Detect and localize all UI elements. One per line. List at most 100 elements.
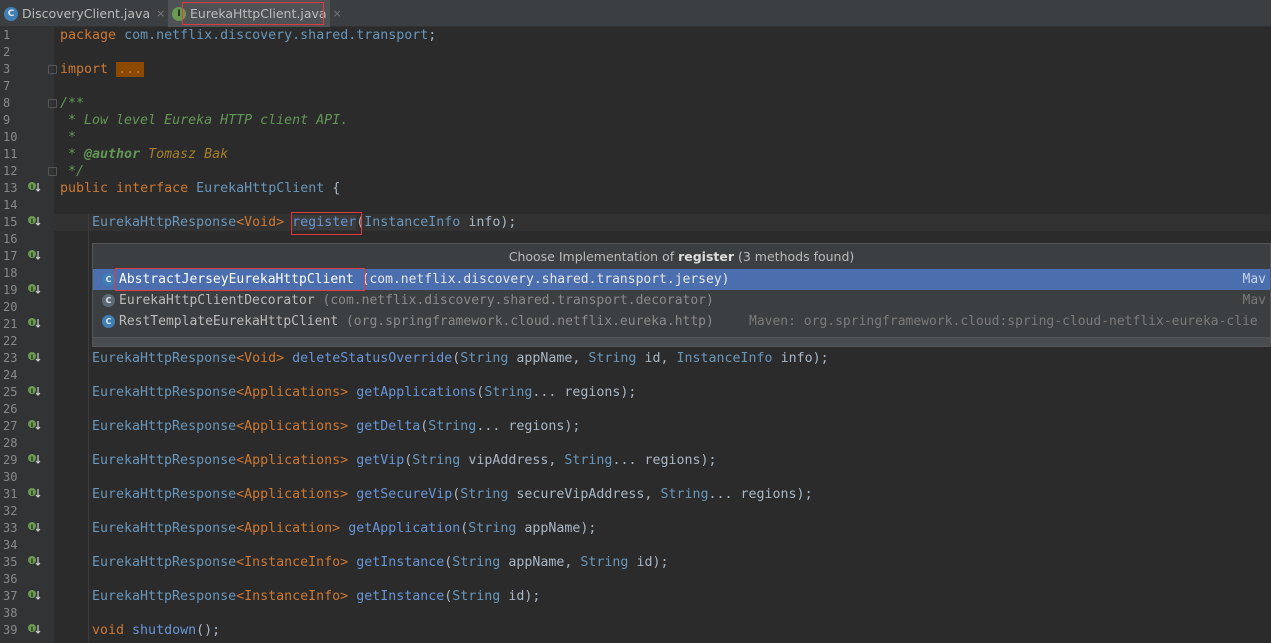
line-number: 9 (3, 113, 11, 127)
close-icon[interactable]: × (333, 7, 342, 20)
close-icon[interactable]: × (156, 7, 165, 20)
code-line: package com.netflix.discovery.shared.tra… (60, 28, 437, 43)
line-number: 36 (3, 572, 18, 586)
line-number: 34 (3, 538, 18, 552)
horizontal-scrollbar[interactable] (93, 337, 1270, 346)
implementation-item[interactable]: C AbstractJerseyEurekaHttpClient (com.ne… (93, 269, 1270, 290)
implemented-icon[interactable]: I (27, 452, 41, 466)
line-number: 27 (3, 419, 18, 433)
line-number: 33 (3, 521, 18, 535)
line-number: 2 (3, 45, 11, 59)
line-number: 26 (3, 402, 18, 416)
code-line: * @author Tomasz Bak (60, 147, 229, 162)
line-number: 31 (3, 487, 18, 501)
tab-label: EurekaHttpClient.java (190, 6, 327, 21)
line-number: 22 (3, 334, 18, 348)
implemented-icon[interactable]: I (27, 316, 41, 330)
implemented-icon[interactable]: I (27, 282, 41, 296)
indent-guide (88, 214, 89, 643)
line-number: 19 (3, 283, 18, 297)
line-number: 13 (3, 181, 18, 195)
line-number: 10 (3, 130, 18, 144)
code-line: EurekaHttpResponse<InstanceInfo> getInst… (92, 589, 541, 604)
svg-text:I: I (31, 252, 33, 259)
svg-text:I: I (31, 490, 33, 497)
svg-text:I: I (31, 354, 33, 361)
line-number: 1 (3, 28, 11, 42)
popup-title: Choose Implementation of register (3 met… (93, 244, 1270, 269)
line-number: 11 (3, 147, 18, 161)
tab-eureka-http-client[interactable]: I EurekaHttpClient.java × (168, 0, 342, 27)
implemented-icon[interactable]: I (27, 248, 41, 262)
class-icon: C (102, 315, 115, 328)
svg-text:I: I (31, 320, 33, 327)
tab-label: DiscoveryClient.java (22, 6, 151, 21)
line-number: 25 (3, 385, 18, 399)
line-number: 3 (3, 62, 11, 76)
svg-text:I: I (31, 184, 33, 191)
line-number: 38 (3, 606, 18, 620)
implemented-icon[interactable]: I (27, 554, 41, 568)
implemented-icon[interactable]: I (27, 384, 41, 398)
editor-tab-bar: C DiscoveryClient.java × I EurekaHttpCli… (0, 0, 1271, 27)
line-number: 14 (3, 198, 18, 212)
line-number: 8 (3, 96, 11, 110)
implemented-icon[interactable]: I (27, 486, 41, 500)
code-line: */ (60, 164, 85, 179)
line-number: 17 (3, 249, 18, 263)
abstract-class-icon: C (102, 294, 115, 307)
line-number: 39 (3, 623, 18, 637)
code-line: EurekaHttpResponse<Applications> getVip(… (92, 453, 717, 468)
svg-text:I: I (31, 286, 33, 293)
line-number: 7 (3, 79, 11, 93)
implemented-icon[interactable]: I (27, 520, 41, 534)
class-icon: C (4, 6, 18, 21)
register-method[interactable]: register (292, 215, 357, 230)
choose-implementation-popup[interactable]: Choose Implementation of register (3 met… (92, 243, 1271, 347)
line-number: 37 (3, 589, 18, 603)
code-line: import ... (60, 62, 145, 77)
svg-text:I: I (31, 422, 33, 429)
code-line: EurekaHttpResponse<Applications> getAppl… (92, 385, 637, 400)
line-number: 21 (3, 317, 18, 331)
line-number: 23 (3, 351, 18, 365)
implemented-icon[interactable]: I (27, 214, 41, 228)
line-number: 35 (3, 555, 18, 569)
implemented-icon[interactable]: I (27, 350, 41, 364)
line-number: 15 (3, 215, 18, 229)
svg-text:I: I (31, 524, 33, 531)
code-line: * Low level Eureka HTTP client API. (60, 113, 349, 128)
implemented-icon[interactable]: I (27, 180, 41, 194)
line-number: 29 (3, 453, 18, 467)
code-line: EurekaHttpResponse<Applications> getDelt… (92, 419, 581, 434)
svg-text:I: I (31, 558, 33, 565)
line-number: 16 (3, 232, 18, 246)
line-number: 28 (3, 436, 18, 450)
svg-text:I: I (31, 456, 33, 463)
svg-text:I: I (31, 388, 33, 395)
code-line: EurekaHttpResponse<Application> getAppli… (92, 521, 597, 536)
tab-discovery-client[interactable]: C DiscoveryClient.java × (4, 0, 166, 27)
class-icon: C (102, 273, 115, 286)
code-line: EurekaHttpResponse<Void> deleteStatusOve… (92, 351, 829, 366)
code-line: * (60, 130, 77, 145)
implementation-item[interactable]: C EurekaHttpClientDecorator (com.netflix… (93, 290, 1270, 311)
line-gutter: 1 2 3 7 8 9 10 11 12 13 14 15 16 17 18 1… (0, 27, 57, 643)
implemented-icon[interactable]: I (27, 588, 41, 602)
code-line: EurekaHttpResponse<Void> register(Instan… (92, 215, 517, 230)
implemented-icon[interactable]: I (27, 622, 41, 636)
code-line: public interface EurekaHttpClient { (60, 181, 341, 196)
line-number: 12 (3, 164, 18, 178)
implemented-icon[interactable]: I (27, 418, 41, 432)
code-line: EurekaHttpResponse<InstanceInfo> getInst… (92, 555, 669, 570)
line-number: 32 (3, 504, 18, 518)
implementation-item[interactable]: C RestTemplateEurekaHttpClient (org.spri… (93, 311, 1270, 332)
line-number: 24 (3, 368, 18, 382)
code-line: /** (60, 96, 85, 111)
folded-imports[interactable]: ... (116, 62, 145, 77)
interface-icon: I (172, 6, 186, 21)
svg-text:I: I (31, 626, 33, 633)
line-number: 18 (3, 266, 18, 280)
code-line: void shutdown(); (92, 623, 221, 638)
code-line: EurekaHttpResponse<Applications> getSecu… (92, 487, 813, 502)
